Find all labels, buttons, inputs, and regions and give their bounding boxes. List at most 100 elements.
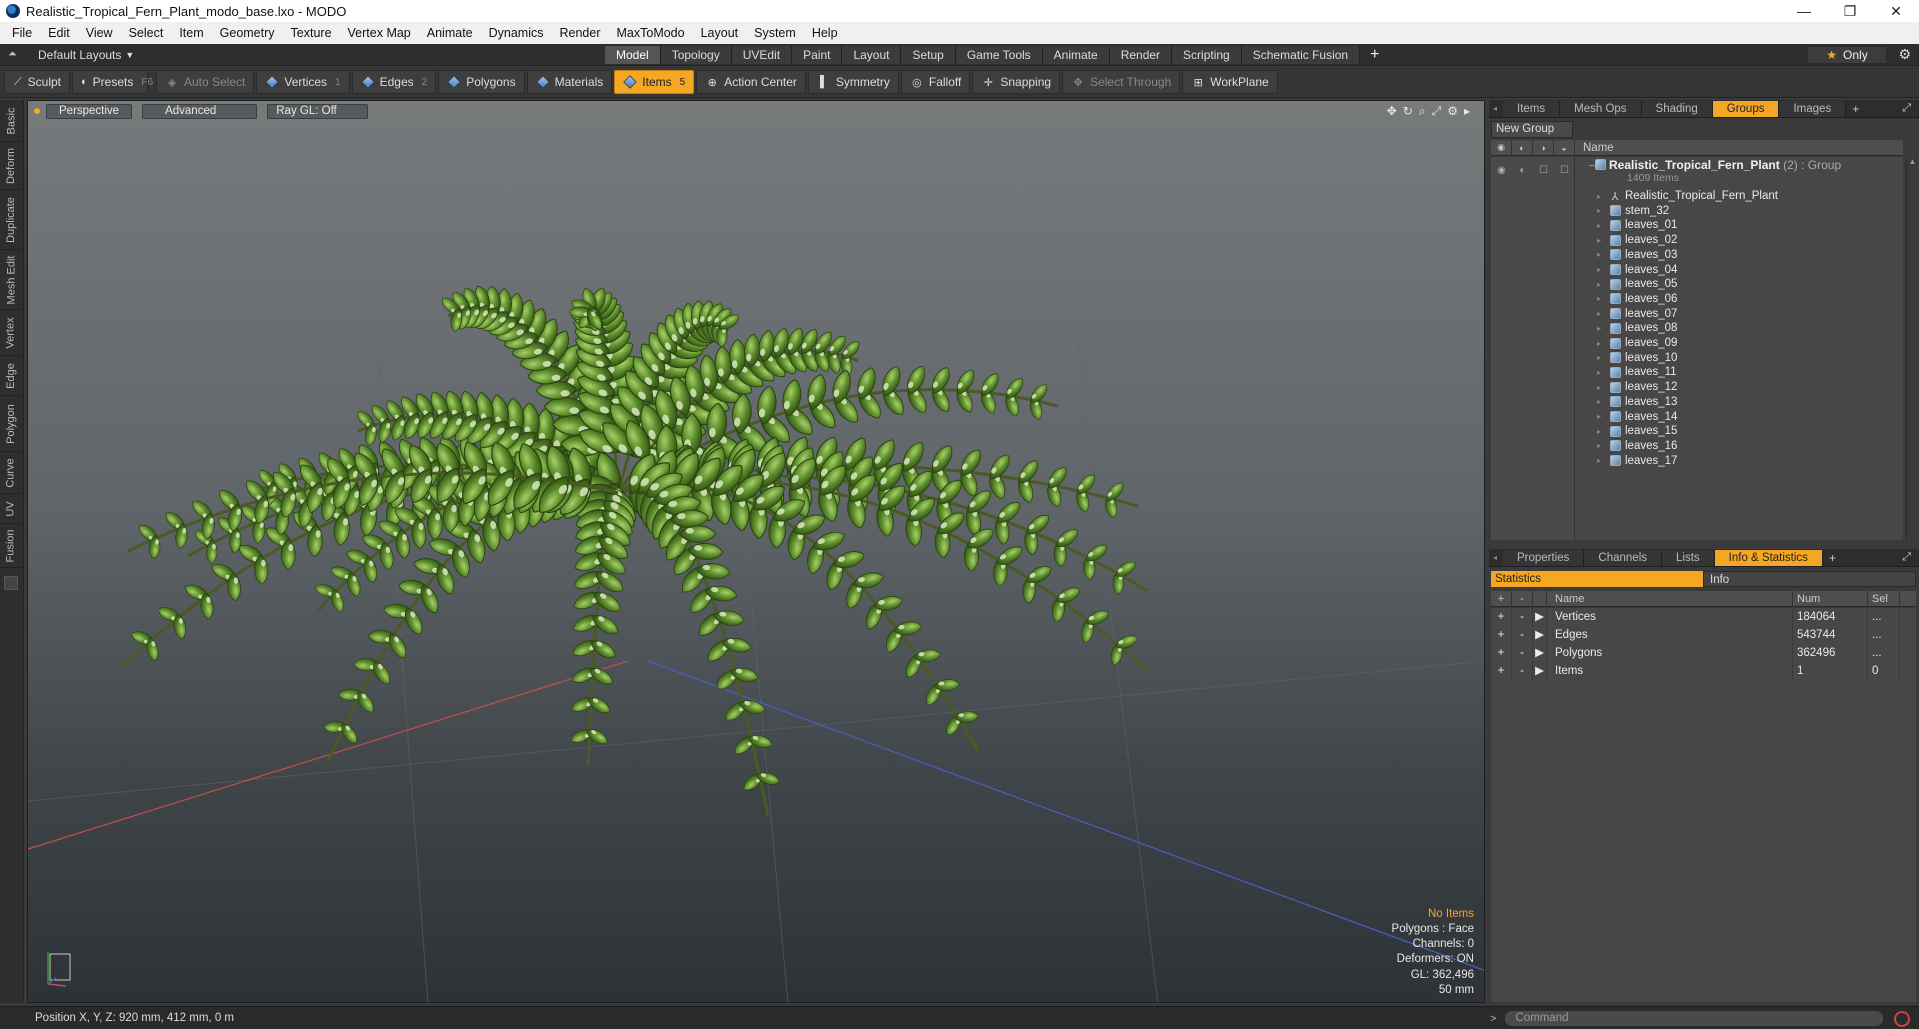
menu-file[interactable]: File [4, 26, 40, 40]
tab-items[interactable]: Items [1503, 100, 1561, 117]
menu-vertex-map[interactable]: Vertex Map [340, 26, 419, 40]
tab-info-statistics[interactable]: Info & Statistics [1714, 549, 1823, 566]
collapse-icon[interactable]: – [1589, 160, 1595, 171]
select-checkbox[interactable]: ☐ [1554, 163, 1575, 177]
lefttab-edge[interactable]: Edge [0, 356, 22, 396]
expand-arrow-icon[interactable]: ▸ [1597, 265, 1609, 274]
command-input[interactable]: Command [1504, 1010, 1885, 1027]
add-tab-icon[interactable]: + [1823, 551, 1842, 565]
workplane-button[interactable]: ⊞ WorkPlane [1182, 70, 1278, 94]
tab-lists[interactable]: Lists [1662, 549, 1715, 566]
grip-icon[interactable]: ◂ [1493, 553, 1503, 562]
disclosure-icon[interactable]: ▶ [1533, 644, 1547, 662]
expand-arrow-icon[interactable]: ▸ [1597, 250, 1609, 259]
settings-icon[interactable]: ⚙ [1447, 104, 1458, 119]
expand-arrow-icon[interactable]: ▸ [1597, 397, 1609, 406]
menu-animate[interactable]: Animate [419, 26, 481, 40]
group-row[interactable]: ◉ ◐ ☐ ☐ – Realistic_Tropical_Fern_Plant … [1491, 157, 1903, 187]
subtab-info[interactable]: Info [1703, 571, 1916, 587]
maximize-button[interactable]: ❐ [1827, 0, 1873, 22]
row-expand-icon[interactable]: + [1491, 662, 1512, 680]
close-button[interactable]: ✕ [1873, 0, 1919, 22]
lefttab-polygon[interactable]: Polygon [0, 396, 22, 452]
lefttab-mesh-edit[interactable]: Mesh Edit [0, 250, 22, 310]
expand-arrow-icon[interactable]: ▸ [1597, 412, 1609, 421]
expand-arrow-icon[interactable]: ▸ [1597, 324, 1609, 333]
new-group-button[interactable]: New Group [1491, 121, 1573, 138]
tab-uvedit[interactable]: UVEdit [731, 46, 793, 64]
tab-game-tools[interactable]: Game Tools [955, 46, 1043, 64]
expand-arrow-icon[interactable]: ▸ [1597, 383, 1609, 392]
presets-button[interactable]: ◐ Presets F6 [72, 70, 153, 94]
menu-view[interactable]: View [78, 26, 121, 40]
row-expand-icon[interactable]: + [1491, 626, 1512, 644]
lefttab-basic[interactable]: Basic [0, 100, 22, 142]
subtab-statistics[interactable]: Statistics [1491, 571, 1703, 587]
expand-arrow-icon[interactable]: ▸ [1597, 353, 1609, 362]
stats-row[interactable]: + - ▶ Edges 543744... [1491, 626, 1916, 644]
command-arrow-icon[interactable]: > [1490, 1013, 1496, 1025]
vertices-button[interactable]: Vertices 1 [256, 70, 350, 94]
select-through-button[interactable]: ✥ Select Through [1062, 70, 1181, 94]
group-item-row[interactable]: ▸ leaves_17 [1575, 452, 1903, 470]
menu-render[interactable]: Render [552, 26, 609, 40]
tab-channels[interactable]: Channels [1584, 549, 1663, 566]
expand-arrow-icon[interactable]: ▸ [1597, 236, 1609, 245]
lefttab-deform[interactable]: Deform [0, 142, 22, 190]
tab-schematic-fusion[interactable]: Schematic Fusion [1241, 46, 1361, 64]
shading-button[interactable]: Advanced [142, 103, 258, 119]
stat-sel[interactable]: 0 [1868, 662, 1900, 680]
menu-select[interactable]: Select [121, 26, 172, 40]
expand-panel-icon[interactable]: ⤢ [1902, 551, 1911, 564]
stat-sel[interactable]: ... [1868, 608, 1900, 626]
tab-properties[interactable]: Properties [1503, 549, 1585, 566]
minimize-button[interactable]: — [1781, 0, 1827, 22]
lefttab-fusion[interactable]: Fusion [0, 524, 22, 568]
stats-row[interactable]: + - ▶ Polygons 362496... [1491, 644, 1916, 662]
visibility-col-icon[interactable]: ◉ [1491, 139, 1512, 156]
materials-button[interactable]: Materials [526, 70, 613, 94]
stats-row[interactable]: + - ▶ Items 1 0 [1491, 662, 1916, 680]
expand-all-icon[interactable]: + [1491, 590, 1512, 607]
row-collapse-icon[interactable]: - [1512, 644, 1533, 662]
disclosure-icon[interactable]: ▶ [1533, 626, 1547, 644]
expand-arrow-icon[interactable]: ▸ [1597, 206, 1609, 215]
edges-button[interactable]: Edges 2 [351, 70, 437, 94]
lock-checkbox[interactable]: ☐ [1533, 163, 1554, 177]
expand-arrow-icon[interactable]: ▸ [1597, 456, 1609, 465]
sculpt-button[interactable]: ⟋ Sculpt [4, 70, 70, 94]
expand-arrow-icon[interactable]: ▸ [1597, 339, 1609, 348]
tab-scripting[interactable]: Scripting [1172, 46, 1242, 64]
items-button[interactable]: Items 5 [614, 70, 695, 94]
tab-mesh-ops[interactable]: Mesh Ops [1560, 100, 1642, 117]
menu-maxtomodo[interactable]: MaxToModo [609, 26, 693, 40]
row-expand-icon[interactable]: + [1491, 644, 1512, 662]
tab-render[interactable]: Render [1109, 46, 1173, 64]
snapping-button[interactable]: ✛ Snapping [972, 70, 1061, 94]
falloff-button[interactable]: ◎ Falloff [900, 70, 971, 94]
panel-toggle-icon[interactable] [4, 576, 18, 590]
expand-arrow-icon[interactable]: ▸ [1597, 221, 1609, 230]
stat-sel[interactable]: ... [1868, 626, 1900, 644]
expand-arrow-icon[interactable]: ▸ [1597, 192, 1609, 201]
raygl-button[interactable]: Ray GL: Off [267, 103, 368, 119]
tab-topology[interactable]: Topology [660, 46, 732, 64]
eye-icon[interactable]: ◉ [1491, 163, 1512, 177]
row-collapse-icon[interactable]: - [1512, 626, 1533, 644]
menu-help[interactable]: Help [804, 26, 846, 40]
fit-icon[interactable]: ⤢ [1432, 104, 1442, 119]
lock-col-icon[interactable]: ◑ [1533, 139, 1554, 156]
expand-panel-icon[interactable]: ⤢ [1902, 102, 1911, 115]
expand-arrow-icon[interactable]: ▸ [1597, 441, 1609, 450]
collapse-all-icon[interactable]: - [1512, 590, 1533, 607]
row-collapse-icon[interactable]: - [1512, 608, 1533, 626]
layout-dropdown[interactable]: ⏶ Default Layouts ▼ [0, 48, 600, 62]
disclosure-icon[interactable]: ▶ [1533, 608, 1547, 626]
render-col-icon[interactable]: ◐ [1512, 139, 1533, 156]
auto-select-button[interactable]: ◈ Auto Select [156, 70, 255, 94]
menu-edit[interactable]: Edit [40, 26, 78, 40]
view-type-button[interactable]: Perspective [46, 103, 133, 119]
record-icon[interactable] [1894, 1010, 1911, 1027]
render-icon[interactable]: ◐ [1512, 163, 1533, 177]
menu-texture[interactable]: Texture [283, 26, 340, 40]
